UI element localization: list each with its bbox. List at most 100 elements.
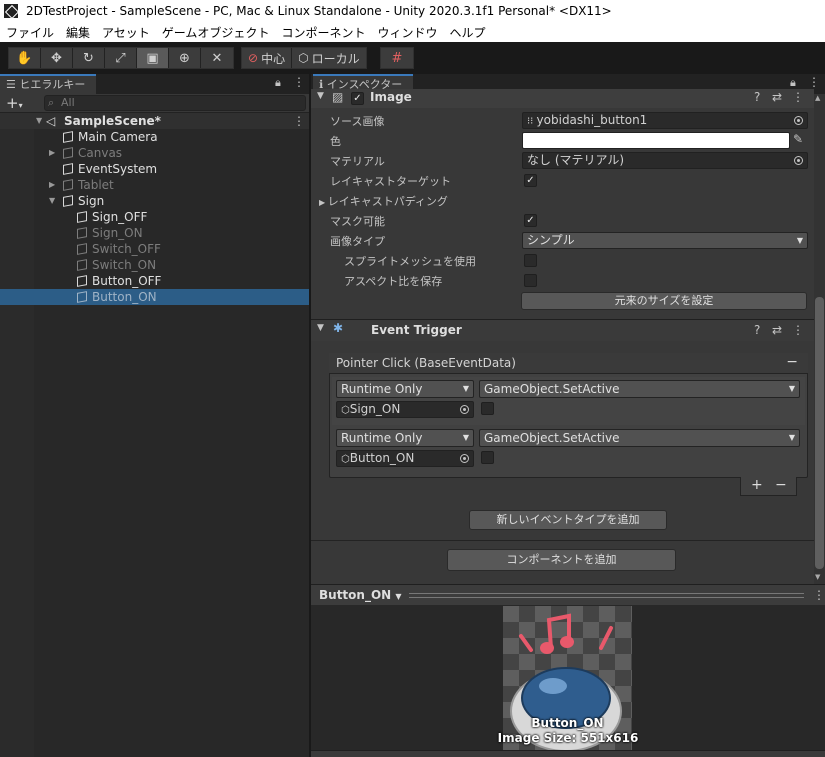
help-icon[interactable]: ? [754, 323, 760, 337]
scale-tool-icon[interactable]: ⤢ [105, 48, 137, 68]
setactive-checkbox[interactable] [481, 451, 494, 464]
preserve-aspect-checkbox[interactable] [524, 274, 537, 287]
unity-logo-icon [4, 4, 18, 18]
menu-help[interactable]: ヘルプ [443, 24, 491, 41]
maskable-checkbox[interactable]: ✓ [524, 214, 537, 227]
expand-arrow-icon[interactable]: ▼ [36, 113, 42, 129]
pivot-local-button[interactable]: ⬡ ローカル [292, 48, 366, 68]
presets-icon[interactable]: ⇄ [772, 323, 782, 337]
remove-event-button[interactable]: − [786, 354, 798, 370]
hierarchy-search-input[interactable]: ⌕ All [44, 95, 306, 111]
hierarchy-item[interactable]: Button_OFF [0, 273, 309, 289]
runtime-dropdown[interactable]: Runtime Only ▼ [336, 380, 474, 398]
menu-file[interactable]: ファイル [0, 24, 60, 41]
foldout-arrow-icon[interactable]: ▼ [317, 323, 324, 333]
hierarchy-item[interactable]: ▶ Tablet [0, 177, 309, 193]
object-picker-icon[interactable] [794, 116, 803, 125]
runtime-dropdown[interactable]: Runtime Only ▼ [336, 429, 474, 447]
menu-window[interactable]: ウィンドウ [371, 24, 443, 41]
help-icon[interactable]: ? [754, 90, 760, 104]
lock-icon[interactable]: 🔒︎ [275, 76, 281, 90]
toolbar: ✋ ✥ ↻ ⤢ ▣ ⊕ ✕ ⊘ 中心 ⬡ ローカル # [0, 42, 825, 74]
scene-more-icon[interactable]: ⋮ [293, 113, 305, 129]
item-label: Tablet [78, 178, 114, 192]
image-title: Image [370, 90, 412, 104]
presets-icon[interactable]: ⇄ [772, 90, 782, 104]
component-menu-icon[interactable]: ⋮ [792, 323, 804, 337]
rect-tool-icon[interactable]: ▣ [137, 48, 169, 68]
add-new-event-type-button[interactable]: 新しいイベントタイプを追加 [469, 510, 667, 530]
hierarchy-item[interactable]: ▶ Canvas [0, 145, 309, 161]
move-tool-icon[interactable]: ✥ [41, 48, 73, 68]
use-sprite-mesh-checkbox[interactable] [524, 254, 537, 267]
foldout-arrow-icon[interactable]: ▼ [317, 91, 324, 101]
hierarchy-item[interactable]: Switch_OFF [0, 241, 309, 257]
set-native-size-button[interactable]: 元来のサイズを設定 [521, 292, 807, 310]
menu-gameobject[interactable]: ゲームオブジェクト [156, 24, 276, 41]
function-dropdown[interactable]: GameObject.SetActive ▼ [479, 380, 800, 398]
scroll-up-icon[interactable]: ▲ [815, 94, 820, 102]
use-sprite-mesh-label: スプライトメッシュを使用 [344, 255, 476, 268]
hierarchy-item[interactable]: Sign_OFF [0, 209, 309, 225]
source-image-field[interactable]: ⁝⁝ yobidashi_button1 [522, 112, 808, 129]
hierarchy-item[interactable]: Switch_ON [0, 257, 309, 273]
eyedropper-icon[interactable]: ✎ [793, 132, 803, 146]
target-object-field[interactable]: ⬡Sign_ON [336, 401, 474, 418]
preview-title-dropdown[interactable]: Button_ON ▼ [319, 588, 402, 602]
object-picker-icon[interactable] [794, 156, 803, 165]
function-dropdown[interactable]: GameObject.SetActive ▼ [479, 429, 800, 447]
image-type-dropdown[interactable]: シンプル ▼ [522, 232, 808, 249]
gameobject-icon [63, 179, 73, 191]
collapsed-arrow-icon[interactable]: ▶ [49, 177, 55, 193]
inspector-lock-icon[interactable]: 🔒︎ [790, 76, 796, 90]
image-component-header[interactable]: ▼ ▨ ✓ Image ? ⇄ ⋮ [311, 89, 814, 108]
inspector-more-icon[interactable]: ⋮ [808, 75, 820, 89]
search-icon: ⌕ [48, 96, 55, 109]
preview-drag-handle[interactable] [409, 593, 804, 598]
raycast-padding-foldout[interactable]: ▶ レイキャストパディング [319, 193, 448, 209]
collapsed-arrow-icon[interactable]: ▶ [49, 145, 55, 161]
transform-tool-icon[interactable]: ⊕ [169, 48, 201, 68]
grid-snap-icon[interactable]: # [381, 48, 413, 68]
scrollbar-thumb[interactable] [815, 297, 824, 569]
color-field[interactable] [522, 132, 790, 149]
event-trigger-header[interactable]: ▼ ✱ Event Trigger ? ⇄ ⋮ [311, 319, 814, 341]
object-picker-icon[interactable] [460, 454, 469, 463]
add-component-button[interactable]: コンポーネントを追加 [447, 549, 676, 571]
more-icon[interactable]: ⋮ [293, 75, 305, 89]
scroll-down-icon[interactable]: ▼ [815, 573, 820, 581]
remove-listener-button[interactable]: − [775, 477, 787, 493]
item-label: Switch_ON [92, 258, 157, 272]
image-enabled-checkbox[interactable]: ✓ [351, 92, 364, 105]
object-picker-icon[interactable] [460, 405, 469, 414]
rotate-tool-icon[interactable]: ↻ [73, 48, 105, 68]
hierarchy-item-selected[interactable]: Button_ON [0, 289, 309, 305]
material-field[interactable]: なし (マテリアル) [522, 152, 808, 169]
hierarchy-item[interactable]: ▼ Sign [0, 193, 309, 209]
setactive-checkbox[interactable] [481, 402, 494, 415]
custom-tool-icon[interactable]: ✕ [201, 48, 233, 68]
expand-arrow-icon[interactable]: ▼ [49, 193, 55, 209]
menu-edit[interactable]: 編集 [60, 24, 96, 41]
raycast-target-checkbox[interactable]: ✓ [524, 174, 537, 187]
hierarchy-item[interactable]: Sign_ON [0, 225, 309, 241]
hierarchy-item[interactable]: Main Camera [0, 129, 309, 145]
add-listener-button[interactable]: + [751, 477, 763, 493]
gameobject-icon [63, 195, 73, 207]
maskable-label: マスク可能 [330, 215, 385, 228]
preview-menu-icon[interactable]: ⋮ [813, 588, 825, 602]
image-type-label: 画像タイプ [330, 235, 385, 248]
menu-assets[interactable]: アセット [96, 24, 156, 41]
target-object-field[interactable]: ⬡Button_ON [336, 450, 474, 467]
hand-tool-icon[interactable]: ✋ [9, 48, 41, 68]
menu-component[interactable]: コンポーネント [275, 24, 371, 41]
hierarchy-tab[interactable]: ☰ ヒエラルキー [0, 74, 96, 94]
pivot-center-button[interactable]: ⊘ 中心 [242, 48, 293, 68]
gameobject-icon [77, 259, 87, 271]
scene-row[interactable]: ▼ ◁ SampleScene* ⋮ [0, 113, 309, 129]
item-label: Sign_ON [92, 226, 143, 240]
hierarchy-item[interactable]: EventSystem [0, 161, 309, 177]
create-plus-icon[interactable]: +▾ [6, 94, 23, 112]
item-label: Button_OFF [92, 274, 162, 288]
component-menu-icon[interactable]: ⋮ [792, 90, 804, 104]
